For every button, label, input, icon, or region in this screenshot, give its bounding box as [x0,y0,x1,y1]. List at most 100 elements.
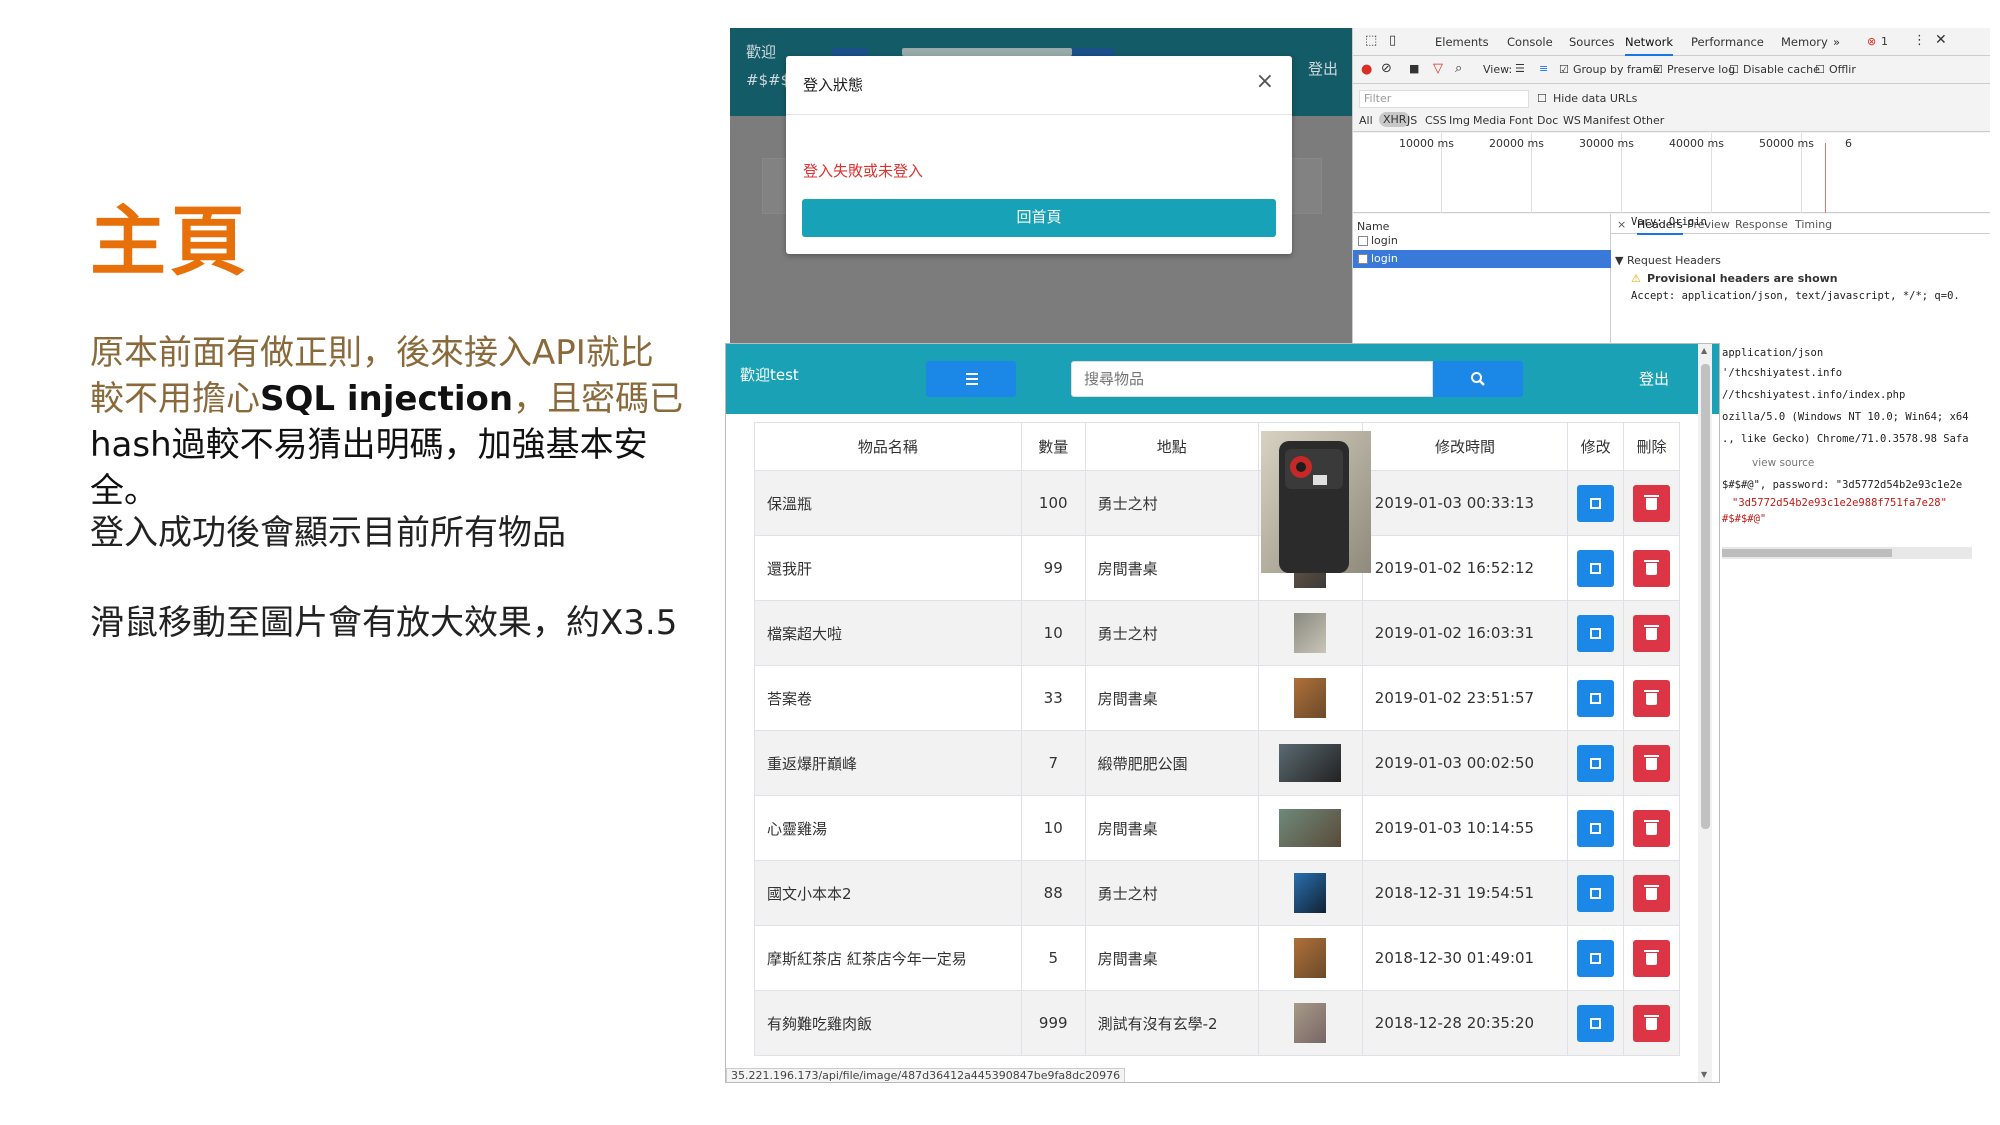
close-devtools-icon[interactable]: ✕ [1935,32,1947,48]
slide-title: 主頁 [90,197,250,286]
edit-cell [1567,600,1625,666]
disable-cache-checkbox[interactable]: ☐ [1729,63,1739,76]
items-table-container: 物品名稱 數量 地點 修改時間 修改 刪除 保溫瓶 100 勇士之村 2019-01-… [754,422,1680,1082]
logout-link[interactable]: 登出 [1308,58,1338,79]
edit-button[interactable] [1577,549,1615,587]
tab-timing[interactable]: Timing [1795,218,1832,231]
search-button[interactable] [1433,361,1523,397]
paragraph-line: 較不用擔心SQL injection，且密碼已 [90,376,710,422]
tab-memory[interactable]: Memory [1781,35,1828,49]
clear-icon[interactable]: ⊘ [1381,61,1392,76]
home-button[interactable]: 回首頁 [802,199,1276,237]
search-icon[interactable]: ⌕ [1455,61,1462,76]
horizontal-scrollbar[interactable] [1722,547,1972,559]
tab-response[interactable]: Response [1735,218,1788,231]
delete-button[interactable] [1633,809,1671,847]
scrollbar-thumb[interactable] [1701,364,1710,829]
request-row[interactable]: login [1353,232,1611,250]
trash-icon [1644,559,1660,575]
type-font[interactable]: Font [1509,114,1533,127]
offline-checkbox[interactable]: ☐ [1815,63,1825,76]
devtools-headers-continuation: application/json '/thcshiyatest.info //t… [1720,343,1990,573]
offline-label: Offlir [1829,63,1856,76]
delete-cell [1623,860,1680,926]
filter-input[interactable]: Filter [1359,90,1529,108]
type-js[interactable]: JS [1407,114,1417,127]
edit-button[interactable] [1577,874,1615,912]
type-ws[interactable]: WS [1563,114,1581,127]
type-manifest[interactable]: Manifest [1583,114,1630,127]
edit-button[interactable] [1577,614,1615,652]
menu-button[interactable] [832,48,868,56]
list-view-icon[interactable]: ☰ [1515,62,1525,75]
item-name: 有夠難吃雞肉飯 [754,990,1022,1056]
type-all[interactable]: All [1359,114,1373,127]
item-thumbnail[interactable] [1294,1003,1327,1043]
record-icon[interactable]: ● [1361,62,1372,77]
item-thumbnail[interactable] [1294,678,1327,718]
delete-button[interactable] [1633,874,1671,912]
network-timeline: 10000 ms 20000 ms 30000 ms 40000 ms 5000… [1353,133,1990,213]
device-toolbar-icon[interactable]: ▯ [1389,33,1396,48]
edit-button[interactable] [1577,679,1615,717]
scroll-down-icon[interactable]: ▼ [1701,1070,1707,1079]
group-by-frame-checkbox[interactable]: ☑ [1559,63,1569,76]
tab-console[interactable]: Console [1507,35,1553,49]
waterfall-icon[interactable]: ≡ [1539,62,1548,75]
filter-icon[interactable]: ▽ [1433,61,1443,76]
hide-data-urls-checkbox[interactable]: ☐ [1537,92,1547,105]
type-xhr[interactable]: XHR [1379,112,1411,127]
delete-button[interactable] [1633,939,1671,977]
delete-button[interactable] [1633,744,1671,782]
disable-cache-label: Disable cache [1743,63,1820,76]
delete-button[interactable] [1633,1004,1671,1042]
item-thumbnail[interactable] [1279,744,1342,782]
tab-performance[interactable]: Performance [1691,35,1764,49]
edit-button[interactable] [1577,484,1615,522]
search-input[interactable] [902,48,1072,56]
request-row-selected[interactable]: login [1353,250,1611,268]
delete-button[interactable] [1633,679,1671,717]
scroll-up-icon[interactable]: ▲ [1701,346,1707,355]
type-media[interactable]: Media [1473,114,1506,127]
type-css[interactable]: CSS [1425,114,1447,127]
kebab-menu-icon[interactable]: ⋮ [1913,33,1926,48]
inspect-icon[interactable]: ⬚ [1365,33,1377,48]
scrollbar-thumb[interactable] [1722,549,1892,557]
logout-link[interactable]: 登出 [1639,368,1669,389]
view-source-link[interactable]: view source [1752,457,1814,469]
delete-cell [1623,795,1680,861]
edit-button[interactable] [1577,939,1615,977]
search-button[interactable] [1072,48,1114,56]
table-row: 重返爆肝巔峰 7 緞帶肥肥公園 2019-01-03 00:02:50 [754,730,1680,796]
vertical-scrollbar[interactable]: ▲ ▼ [1698,344,1712,1082]
more-tabs-icon[interactable]: » [1833,35,1840,49]
item-thumbnail[interactable] [1294,873,1327,913]
edit-button[interactable] [1577,744,1615,782]
edit-button[interactable] [1577,809,1615,847]
item-thumbnail[interactable] [1294,613,1327,653]
tab-elements[interactable]: Elements [1435,35,1489,49]
menu-button[interactable] [926,361,1016,397]
delete-button[interactable] [1633,484,1671,522]
type-other[interactable]: Other [1633,114,1664,127]
close-icon[interactable]: × [1256,69,1274,94]
search-input[interactable] [1071,361,1433,397]
type-img[interactable]: Img [1449,114,1470,127]
item-modified-time: 2019-01-03 00:02:50 [1361,730,1569,796]
delete-button[interactable] [1633,549,1671,587]
tab-network[interactable]: Network [1625,35,1674,56]
devtools-tabs: ⬚ ▯ Elements Console Sources Network Per… [1353,28,1990,56]
item-modified-time: 2018-12-28 20:35:20 [1361,990,1569,1056]
item-thumbnail[interactable] [1294,938,1327,978]
delete-button[interactable] [1633,614,1671,652]
item-thumbnail[interactable] [1279,809,1342,847]
camera-icon[interactable]: ■ [1409,62,1419,75]
edit-icon [1590,627,1602,639]
tab-sources[interactable]: Sources [1569,35,1615,49]
close-detail-icon[interactable]: × [1617,218,1626,231]
edit-button[interactable] [1577,1004,1615,1042]
request-headers-section[interactable]: ▼ Request Headers [1615,254,1721,267]
type-doc[interactable]: Doc [1537,114,1558,127]
preserve-log-checkbox[interactable]: ☑ [1653,63,1663,76]
